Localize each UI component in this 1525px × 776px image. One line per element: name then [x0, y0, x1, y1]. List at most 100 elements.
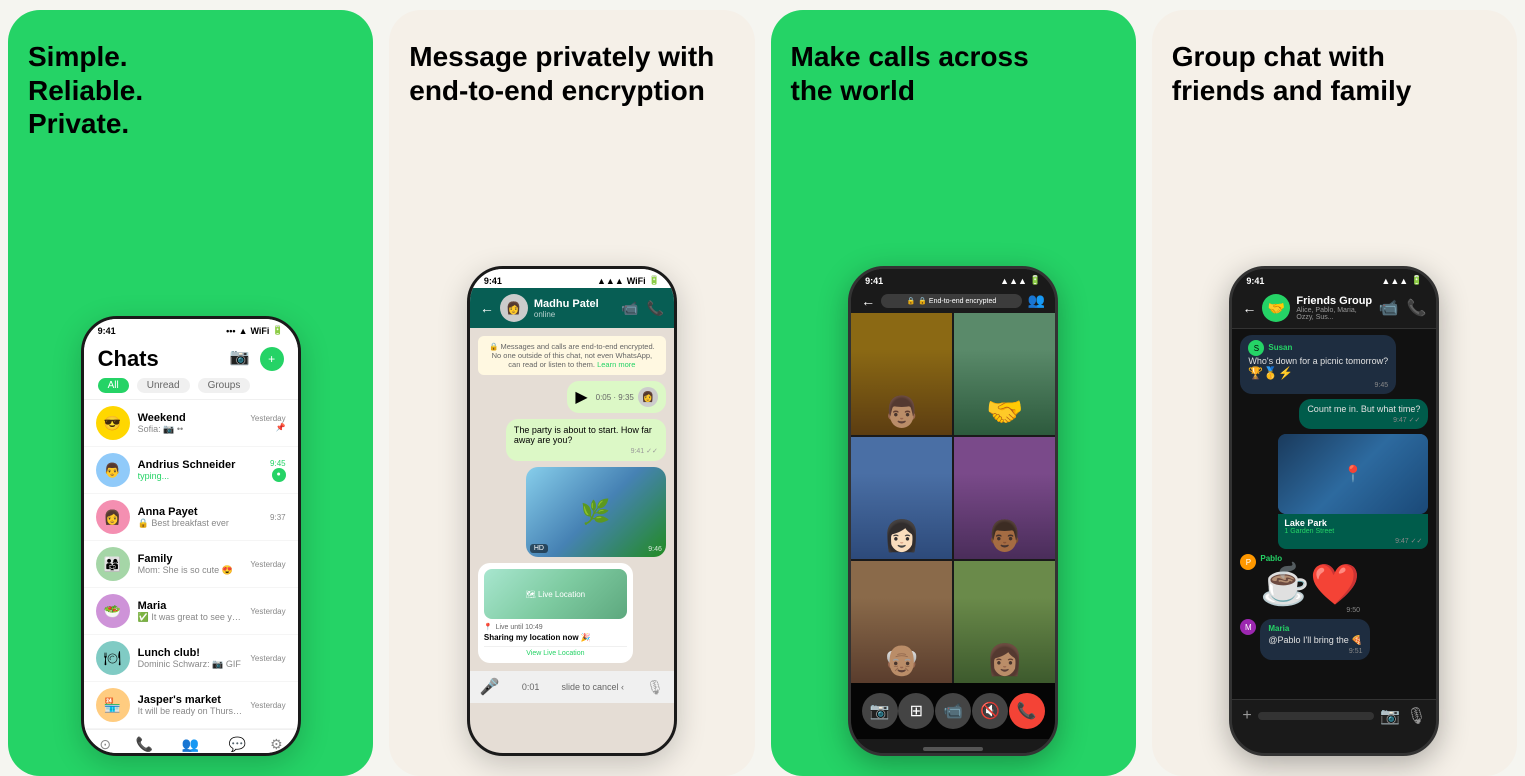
phone-video-call: 9:41 ▲▲▲ 🔋 ← 🔒 🔒 End-to-end encrypted 👥 …: [848, 266, 1058, 756]
panel-message-privately: Message privately with end-to-end encryp…: [389, 10, 754, 776]
phone-icon[interactable]: 📞: [646, 300, 663, 317]
nav-calls[interactable]: 📞 Calls: [136, 736, 153, 756]
video-cell-1: 👨🏽: [851, 313, 952, 435]
header-action-icons: 📹 📞: [621, 300, 664, 317]
camera-button[interactable]: 📷: [862, 693, 898, 729]
view-location-button[interactable]: View Live Location: [484, 646, 627, 657]
map-pin-icon: 📍: [1343, 464, 1363, 484]
video-cell-5: 👴🏽: [851, 561, 952, 683]
group-info: Friends Group Alice, Pablo, Maria, Ozzy,…: [1296, 295, 1372, 321]
status-bar: 9:41 ▲▲▲ 🔋: [1232, 269, 1436, 288]
mute-button[interactable]: 🔇: [972, 693, 1008, 729]
map-message: 📍 Lake Park 1 Garden Street 9:47 ✓✓: [1278, 434, 1428, 549]
panel4-title: Group chat with friends and family: [1172, 40, 1497, 107]
video-cell-2: 🤝: [954, 313, 1055, 435]
chat-footer: + 📷 🎙: [1232, 699, 1436, 732]
filter-groups[interactable]: Groups: [198, 378, 251, 393]
filter-unread[interactable]: Unread: [137, 378, 190, 393]
video-cell-6: 👩🏽: [954, 561, 1055, 683]
panel-simple-reliable: Simple. Reliable. Private. 9:41 ••• ▲ Wi…: [8, 10, 373, 776]
camera-icon[interactable]: 📷: [230, 347, 250, 371]
mic-icon[interactable]: 🎙: [1406, 706, 1426, 726]
status-bar: 9:41 ▲▲▲ 🔋: [851, 269, 1055, 288]
location-icon: 📍: [484, 623, 493, 631]
chat-info: Jasper's market It will be ready on Thur…: [138, 694, 243, 716]
chat-body: 🔒 Messages and calls are end-to-end encr…: [470, 328, 674, 671]
status-bar: 9:41 ▲▲▲ WiFi 🔋: [470, 269, 674, 288]
screen-share-button[interactable]: ⊞: [898, 693, 934, 729]
list-item[interactable]: 😎 Weekend Sofia: 📷 •• Yesterday 📌: [84, 400, 298, 447]
list-item[interactable]: 👨 Andrius Schneider typing... 9:45 ●: [84, 447, 298, 494]
call-controls: 📷 ⊞ 📹 🔇 📞: [851, 683, 1055, 739]
maria-message: M Maria @Pablo I'll bring the 🍕 9:51: [1240, 619, 1428, 660]
avatar: 🏪: [96, 688, 130, 722]
video-toggle-button[interactable]: 📹: [935, 693, 971, 729]
nav-chats[interactable]: 💬 Chats: [228, 736, 246, 756]
play-icon[interactable]: ▶: [575, 387, 587, 407]
back-button[interactable]: ←: [1242, 300, 1256, 316]
list-item[interactable]: 🥗 Maria ✅ It was great to see you! Let's…: [84, 588, 298, 635]
message-bubble: S Susan Who's down for a picnic tomorrow…: [1240, 335, 1396, 394]
video-cell-3: 👩🏻: [851, 437, 952, 559]
avatar: 🍽: [96, 641, 130, 675]
contact-info: Madhu Patel online: [534, 298, 615, 319]
phone-icon[interactable]: 📞: [1406, 298, 1426, 318]
new-chat-button[interactable]: +: [260, 347, 284, 371]
video-icon[interactable]: 📹: [1379, 298, 1399, 318]
contact-avatar: 👩: [500, 294, 528, 322]
back-button[interactable]: ←: [861, 293, 875, 309]
message-bubble: The party is about to start. How far awa…: [506, 419, 666, 461]
communities-icon: 👥: [182, 736, 199, 753]
nav-settings[interactable]: ⚙ Settings: [264, 736, 289, 756]
list-item[interactable]: 🍽 Lunch club! Dominic Schwarz: 📷 GIF Yes…: [84, 635, 298, 682]
video-grid: 👨🏽 🤝 👩🏻 👨🏾 👴🏽 👩🏽: [851, 313, 1055, 683]
hd-badge: HD: [530, 544, 548, 553]
voice-message[interactable]: ▶ 0:05 · 9:35 👩: [567, 381, 666, 413]
avatar-small: 👩: [638, 387, 658, 407]
nav-updates[interactable]: ⊙ Updates: [92, 736, 118, 756]
chat-info: Anna Payet 🔒 Best breakfast ever: [138, 506, 262, 529]
message-input[interactable]: [1258, 712, 1374, 720]
chat-info: Andrius Schneider typing...: [138, 459, 262, 481]
mic-icon-right: 🎙: [646, 679, 664, 696]
camera-icon[interactable]: 📷: [1380, 706, 1400, 726]
group-chat-header: ← 🤝 Friends Group Alice, Pablo, Maria, O…: [1232, 288, 1436, 329]
panel-make-calls: Make calls across the world 9:41 ▲▲▲ 🔋 ←…: [771, 10, 1136, 776]
location-message: 🗺 Live Location 📍 Live until 10:49 Shari…: [478, 563, 633, 663]
voice-recording-bar: 🎤 0:01 slide to cancel ‹ 🎙: [470, 671, 674, 703]
chat-info: Maria ✅ It was great to see you! Let's c…: [138, 600, 243, 623]
message-bubble: Count me in. But what time? 9:47 ✓✓: [1299, 399, 1428, 429]
chats-header: Chats 📷 + All Unread Groups: [84, 338, 298, 400]
avatar: 👨‍👩‍👧: [96, 547, 130, 581]
video-cell-4: 👨🏾: [954, 437, 1055, 559]
list-item[interactable]: 👩 Anna Payet 🔒 Best breakfast ever 9:37: [84, 494, 298, 541]
nav-communities[interactable]: 👥 Communities: [170, 736, 211, 756]
phone-group-chat: 9:41 ▲▲▲ 🔋 ← 🤝 Friends Group Alice, Pabl…: [1229, 266, 1439, 756]
status-icons: ••• ▲ WiFi 🔋: [226, 325, 284, 336]
panel1-title: Simple. Reliable. Private.: [28, 40, 353, 141]
add-icon[interactable]: +: [1242, 707, 1251, 725]
sticker-message: P Pablo ☕❤️ 9:50: [1240, 554, 1428, 614]
chat-info: Weekend Sofia: 📷 ••: [138, 412, 243, 435]
group-avatar: 🤝: [1262, 294, 1290, 322]
list-item[interactable]: 🏪 Jasper's market It will be ready on Th…: [84, 682, 298, 729]
panel2-title: Message privately with end-to-end encryp…: [409, 40, 734, 107]
participants-icon[interactable]: 👥: [1028, 292, 1045, 309]
bottom-nav: ⊙ Updates 📞 Calls 👥 Communities 💬 Chats …: [84, 729, 298, 756]
filter-all[interactable]: All: [98, 378, 129, 393]
list-item[interactable]: 👨‍👩‍👧 Family Mom: She is so cute 😍 Yeste…: [84, 541, 298, 588]
panel3-title: Make calls across the world: [791, 40, 1116, 107]
back-button[interactable]: ←: [480, 300, 494, 316]
chat-info: Family Mom: She is so cute 😍: [138, 553, 243, 576]
video-call-icon[interactable]: 📹: [621, 300, 638, 317]
end-call-button[interactable]: 📞: [1009, 693, 1045, 729]
updates-icon: ⊙: [99, 736, 111, 753]
encryption-banner: 🔒 🔒 End-to-end encrypted: [881, 294, 1022, 308]
avatar: 👩: [96, 500, 130, 534]
status-bar: 9:41 ••• ▲ WiFi 🔋: [84, 319, 298, 338]
chat-header: ← 👩 Madhu Patel online 📹 📞: [470, 288, 674, 328]
sender-avatar: S: [1248, 340, 1264, 356]
group-chat-body: S Susan Who's down for a picnic tomorrow…: [1232, 329, 1436, 699]
phone-chats: 9:41 ••• ▲ WiFi 🔋 Chats 📷 + All Unread G…: [81, 316, 301, 756]
chats-action-icons: 📷 +: [230, 347, 284, 371]
